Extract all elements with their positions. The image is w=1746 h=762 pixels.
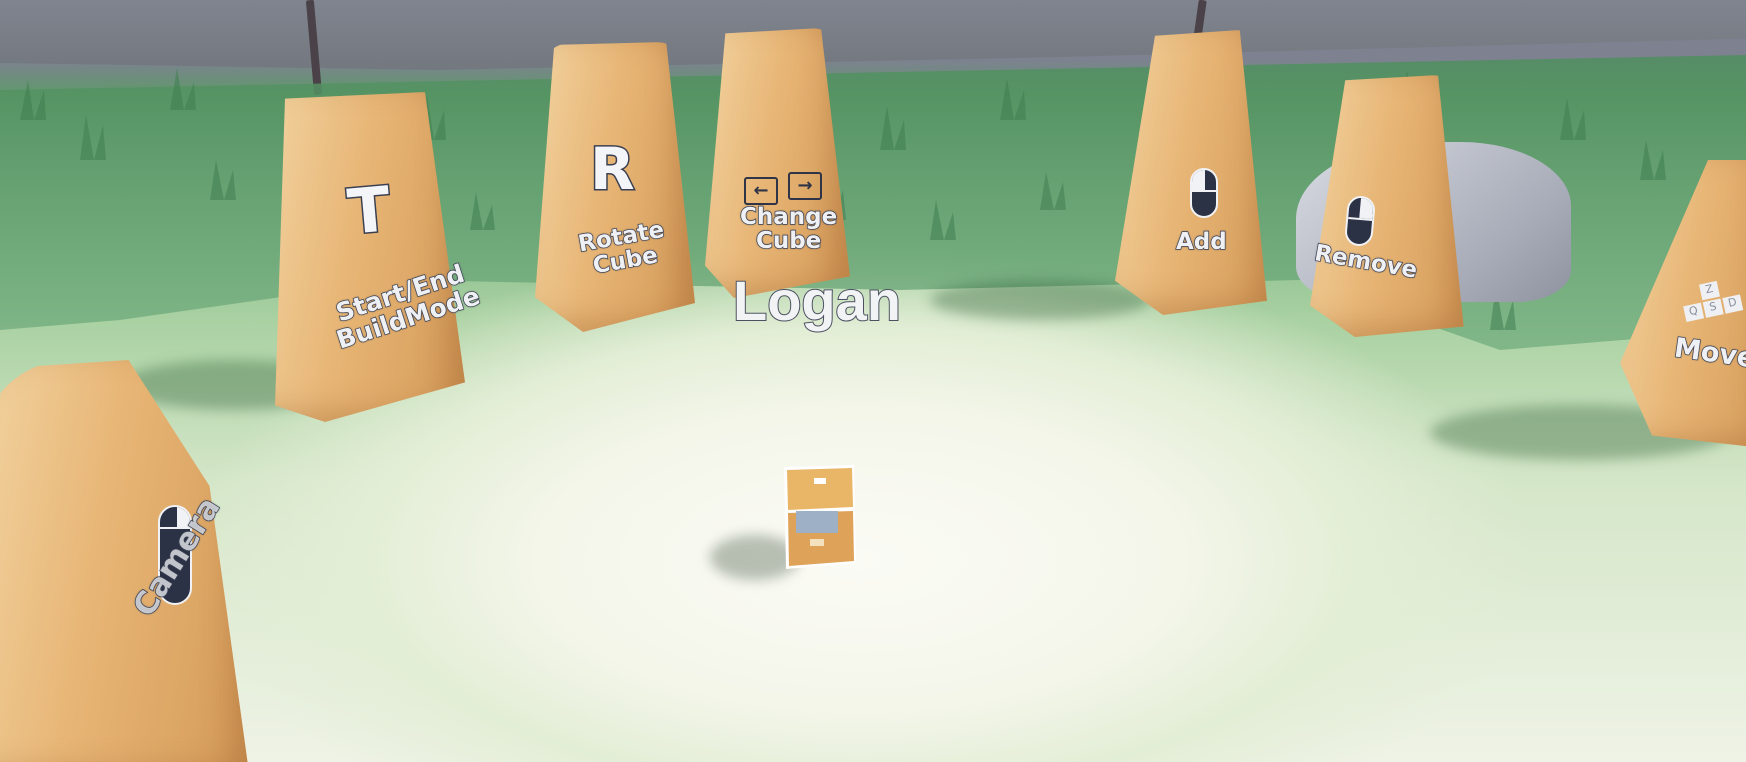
build-mode-key: T	[343, 171, 394, 250]
player-name-tag: Logan	[732, 268, 902, 333]
move-key-q: Q	[1683, 302, 1705, 323]
move-key-z: Z	[1699, 280, 1720, 301]
sign-rock-build-mode	[275, 92, 465, 422]
sign-rock-remove	[1310, 75, 1464, 337]
sign-rock-change-cube	[705, 28, 850, 298]
add-label: Add	[1175, 229, 1227, 255]
mouse-left-click-icon	[1190, 168, 1218, 218]
game-viewport[interactable]: T Start/End BuildMode R Rotate Cube ← → …	[0, 0, 1746, 762]
sign-rock-camera	[0, 360, 250, 762]
right-arrow-key: →	[788, 172, 822, 200]
left-arrow-key: ←	[744, 177, 778, 205]
player-cube[interactable]	[780, 465, 858, 570]
background-wall	[0, 0, 1746, 70]
rotate-key: R	[589, 135, 637, 203]
move-key-d: D	[1722, 294, 1744, 314]
change-cube-label: Change Cube	[739, 204, 838, 255]
change-cube-label-line2: Cube	[755, 228, 822, 255]
change-cube-label-line1: Change	[739, 204, 838, 230]
rock-shadow	[930, 280, 1150, 320]
move-key-s: S	[1702, 298, 1724, 318]
